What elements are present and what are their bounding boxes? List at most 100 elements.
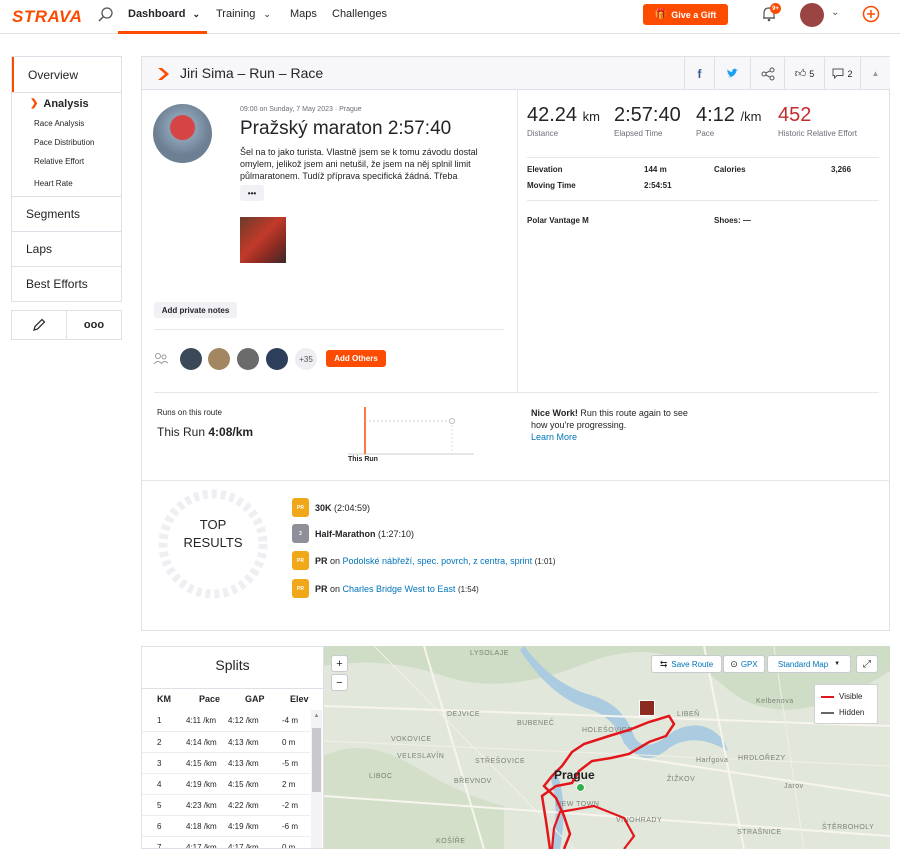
- activity-card: Jiri Sima – Run – Race f 👍︎ 5 2 ▲ 09:00 …: [141, 56, 890, 631]
- edit-pencil-icon[interactable]: [12, 311, 67, 339]
- more-options-button[interactable]: ooo: [67, 311, 121, 339]
- chart-this-run-label: This Run: [348, 456, 378, 463]
- add-others-button[interactable]: Add Others: [326, 350, 386, 367]
- sidebar-sub-relative-effort[interactable]: Relative Effort: [12, 152, 121, 171]
- chevron-down-icon[interactable]: ⌄: [831, 7, 839, 18]
- zoom-out-button[interactable]: −: [331, 674, 348, 691]
- nav-maps[interactable]: Maps: [290, 8, 317, 20]
- split-cell: -6 m: [282, 822, 298, 831]
- give-gift-button[interactable]: 🎁 Give a Gift: [643, 4, 728, 25]
- divider: [154, 329, 504, 330]
- sidebar-sub-heart-rate[interactable]: Heart Rate: [12, 171, 121, 196]
- activity-map[interactable]: LYSOLAJE DEJVICE BUBENEČ HOLEŠOVICE LIBE…: [324, 646, 890, 849]
- elapsed-label: Elapsed Time: [614, 129, 663, 138]
- moving-time-label: Moving Time: [527, 181, 576, 190]
- add-private-notes-button[interactable]: Add private notes: [154, 302, 237, 318]
- scroll-thumb[interactable]: [312, 728, 321, 792]
- user-avatar[interactable]: [800, 3, 824, 27]
- divider: [517, 90, 518, 392]
- start-marker[interactable]: [576, 783, 585, 792]
- scroll-up-arrow[interactable]: ▲: [311, 713, 322, 719]
- this-run-value: 4:08/km: [208, 425, 254, 439]
- split-cell: -2 m: [282, 801, 298, 810]
- runs-on-route-label: Runs on this route: [157, 408, 222, 417]
- sidebar-item-best-efforts[interactable]: Best Efforts: [12, 266, 121, 301]
- top-results-line2: RESULTS: [183, 535, 243, 550]
- gpx-download-button[interactable]: ⊙ GPX: [723, 655, 765, 673]
- pace-value: 4:12 /km: [696, 104, 761, 127]
- split-cell: 2: [157, 738, 162, 747]
- splits-scrollbar[interactable]: ▲: [311, 710, 322, 848]
- share-button[interactable]: [750, 57, 784, 90]
- split-cell: -4 m: [282, 716, 298, 725]
- athlete-avatar[interactable]: [153, 104, 212, 163]
- sidebar-item-segments[interactable]: Segments: [12, 196, 121, 231]
- map-photo-marker[interactable]: [639, 700, 655, 716]
- this-run-pace: This Run 4:08/km: [157, 425, 253, 439]
- legend-visible[interactable]: Visible: [821, 692, 862, 701]
- kudos-button[interactable]: 👍︎ 5: [784, 57, 824, 90]
- others-count-badge[interactable]: +35: [295, 348, 317, 370]
- sidebar-overview-label: Overview: [28, 67, 79, 82]
- result-segment-charles-bridge: PR PR on Charles Bridge West to East (1:…: [292, 579, 479, 598]
- collapse-button[interactable]: ▲: [860, 57, 890, 90]
- result-charles-time: (1:54): [457, 584, 479, 594]
- nav-active-underline: [118, 31, 207, 34]
- map-city-label: Prague: [554, 768, 595, 782]
- kudos-count: 5: [809, 68, 815, 79]
- facebook-share-button[interactable]: f: [684, 57, 714, 90]
- split-cell: 2 m: [282, 780, 296, 789]
- search-icon[interactable]: [97, 6, 115, 24]
- segment-link-podolske[interactable]: Podolské nábřeží, spec. povrch, z centra…: [343, 556, 533, 566]
- athlete-avatar-2[interactable]: [208, 348, 230, 370]
- twitter-share-button[interactable]: [714, 57, 750, 90]
- relative-effort-value[interactable]: 452: [778, 104, 811, 127]
- comments-count: 2: [847, 68, 853, 79]
- sidebar-sub-race-analysis[interactable]: Race Analysis: [12, 114, 121, 133]
- split-cell: 3: [157, 759, 162, 768]
- add-activity-icon[interactable]: [862, 5, 880, 23]
- sidebar-item-overview[interactable]: Overview: [12, 57, 121, 92]
- sidebar-menu: Overview ❯ Analysis Race Analysis Pace D…: [11, 56, 122, 302]
- elevation-label: Elevation: [527, 165, 563, 174]
- divider: [142, 480, 890, 481]
- athlete-avatar-3[interactable]: [237, 348, 259, 370]
- nav-dashboard[interactable]: Dashboard ⌄: [128, 8, 200, 20]
- distance-label: Distance: [527, 129, 559, 138]
- legend-hidden[interactable]: Hidden: [821, 708, 864, 717]
- table-row: 2 4:14 /km 4:13 /km 0 m: [142, 731, 310, 752]
- chevron-down-icon: ⌄: [192, 9, 201, 19]
- split-cell: 4:17 /km: [186, 843, 217, 849]
- map-style-dropdown[interactable]: Standard Map ▼: [767, 655, 851, 673]
- sidebar-item-analysis[interactable]: ❯ Analysis: [12, 92, 121, 114]
- legend-visible-label: Visible: [839, 692, 863, 701]
- segment-link-charles-bridge[interactable]: Charles Bridge West to East: [343, 584, 456, 594]
- activity-photo[interactable]: [240, 217, 286, 263]
- divider: [527, 200, 879, 201]
- split-cell: 6: [157, 822, 162, 831]
- split-cell: 7: [157, 843, 162, 849]
- athlete-avatar-1[interactable]: [180, 348, 202, 370]
- expand-description-button[interactable]: •••: [240, 185, 264, 201]
- sidebar-analysis-label: Analysis: [43, 97, 89, 110]
- strava-logo[interactable]: STRAVA: [12, 7, 82, 27]
- athlete-avatar-4[interactable]: [266, 348, 288, 370]
- group-icon: [153, 352, 169, 366]
- split-cell: 4:18 /km: [186, 822, 217, 831]
- save-route-button[interactable]: ⇆ Save Route: [651, 655, 722, 673]
- fullscreen-button[interactable]: ⤢: [856, 655, 878, 673]
- nav-challenges[interactable]: Challenges: [332, 8, 387, 20]
- sidebar-item-laps[interactable]: Laps: [12, 231, 121, 266]
- splits-columns: KM Pace GAP Elev: [142, 694, 310, 708]
- nice-work-text: Nice Work! Run this route again to see h…: [531, 407, 701, 443]
- comments-button[interactable]: 2: [824, 57, 860, 90]
- activity-header-title: Jiri Sima – Run – Race: [180, 65, 324, 81]
- pr-medal-icon: PR: [292, 498, 309, 517]
- sidebar-sub-pace-distribution[interactable]: Pace Distribution: [12, 133, 121, 152]
- pr-medal-icon: PR: [292, 579, 309, 598]
- learn-more-link[interactable]: Learn More: [531, 432, 577, 442]
- table-row: 1 4:11 /km 4:12 /km -4 m: [142, 710, 310, 731]
- split-cell: -5 m: [282, 759, 298, 768]
- nav-training[interactable]: Training ⌄: [216, 8, 271, 20]
- zoom-in-button[interactable]: +: [331, 655, 348, 672]
